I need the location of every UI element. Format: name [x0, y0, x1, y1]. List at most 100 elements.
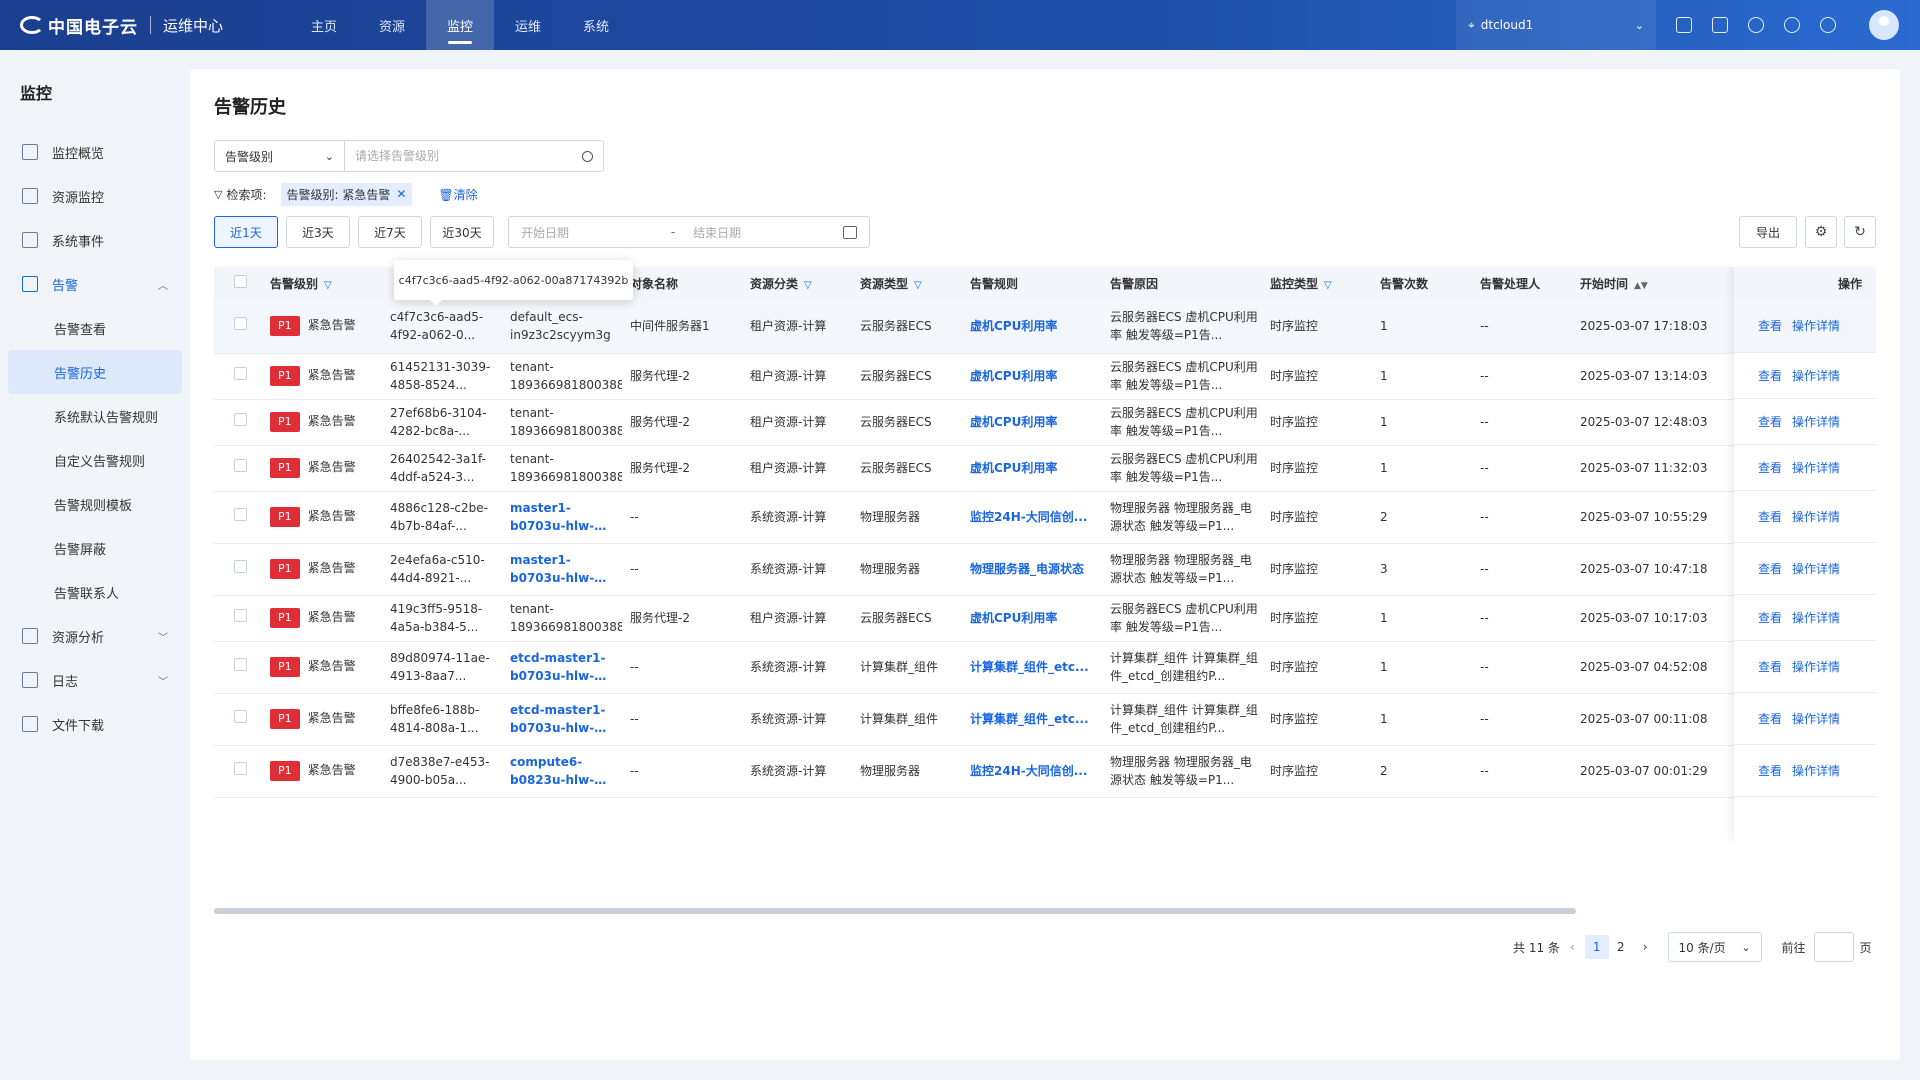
object-id[interactable]: master1-b0703u-hlw-dtcloud1	[510, 551, 622, 587]
row-checkbox[interactable]	[234, 609, 247, 622]
alarm-rule-link[interactable]: 虚机CPU利用率	[970, 369, 1057, 383]
alarm-rule-link[interactable]: 虚机CPU利用率	[970, 415, 1057, 429]
filter-icon[interactable]: ▽	[804, 280, 812, 291]
operation-detail-button[interactable]: 操作详情	[1792, 609, 1840, 626]
row-checkbox[interactable]	[234, 560, 247, 573]
sidebar-sub-custom-rules[interactable]: 自定义告警规则	[0, 438, 190, 482]
row-checkbox[interactable]	[234, 459, 247, 472]
nav-monitor[interactable]: 监控	[426, 0, 494, 50]
operation-detail-button[interactable]: 操作详情	[1792, 459, 1840, 476]
alarm-id[interactable]: 61452131-3039-4858-8524...	[390, 358, 502, 394]
row-checkbox[interactable]	[234, 762, 247, 775]
table-row[interactable]: P1 紧急告警 bffe8fe6-188b-4814-808a-1... etcd-m…	[214, 693, 1876, 746]
sidebar-sub-alarm-history[interactable]: 告警历史	[8, 350, 182, 394]
operation-detail-button[interactable]: 操作详情	[1792, 762, 1840, 779]
range-7d-button[interactable]: 近7天	[358, 216, 422, 248]
range-1d-button[interactable]: 近1天	[214, 216, 278, 248]
sidebar-sub-alarm-view[interactable]: 告警查看	[0, 306, 190, 350]
sidebar-sub-alarm-contacts[interactable]: 告警联系人	[0, 570, 190, 614]
nav-ops[interactable]: 运维	[494, 0, 562, 50]
alarm-id[interactable]: bffe8fe6-188b-4814-808a-1...	[390, 701, 502, 737]
alarm-rule-link[interactable]: 计算集群_组件_etc...	[970, 712, 1089, 726]
table-row[interactable]: P1 紧急告警 4886c128-c2be-4b7b-84af-... master1…	[214, 491, 1876, 544]
sidebar-item-downloads[interactable]: 文件下载	[0, 702, 190, 746]
view-button[interactable]: 查看	[1758, 560, 1782, 577]
operation-detail-button[interactable]: 操作详情	[1792, 658, 1840, 675]
filter-field-select[interactable]: 告警级别 ⌄	[215, 141, 345, 171]
alarm-id[interactable]: 419c3ff5-9518-4a5a-b384-5...	[390, 600, 502, 636]
jump-input[interactable]	[1813, 932, 1854, 962]
sidebar-sub-rule-templates[interactable]: 告警规则模板	[0, 482, 190, 526]
horizontal-scrollbar[interactable]	[214, 908, 1576, 914]
table-row[interactable]: P1 紧急告警 27ef68b6-3104-4282-bc8a-... tenant-…	[214, 399, 1876, 446]
view-button[interactable]: 查看	[1758, 658, 1782, 675]
row-checkbox[interactable]	[234, 710, 247, 723]
sidebar-item-overview[interactable]: 监控概览	[0, 130, 190, 174]
calendar-icon[interactable]	[843, 225, 857, 239]
sidebar-item-resource-analysis[interactable]: 资源分析 ﹀	[0, 614, 190, 658]
nav-system[interactable]: 系统	[562, 0, 630, 50]
sidebar-item-logs[interactable]: 日志 ﹀	[0, 658, 190, 702]
alarm-id[interactable]: 26402542-3a1f-4ddf-a524-3...	[390, 450, 502, 486]
next-page-icon[interactable]: ›	[1643, 940, 1648, 954]
view-button[interactable]: 查看	[1758, 762, 1782, 779]
alarm-id[interactable]: 89d80974-11ae-4913-8aa7...	[390, 649, 502, 685]
help-icon[interactable]	[1784, 17, 1800, 33]
operation-detail-button[interactable]: 操作详情	[1792, 710, 1840, 727]
end-date[interactable]: 结束日期	[693, 224, 741, 241]
screen-icon[interactable]	[1676, 17, 1692, 33]
select-all-checkbox[interactable]	[234, 275, 247, 288]
close-icon[interactable]: ✕	[396, 187, 406, 201]
table-row[interactable]: P1 紧急告警 89d80974-11ae-4913-8aa7... etcd-mas…	[214, 641, 1876, 694]
alarm-id[interactable]: 4886c128-c2be-4b7b-84af-...	[390, 499, 502, 535]
table-row[interactable]: P1 紧急告警 61452131-3039-4858-8524... tenant-1…	[214, 353, 1876, 400]
sidebar-sub-alarm-mask[interactable]: 告警屏蔽	[0, 526, 190, 570]
prev-page-icon[interactable]: ‹	[1570, 940, 1575, 954]
filter-icon[interactable]: ▽	[1324, 280, 1332, 291]
search-icon[interactable]	[571, 141, 603, 171]
page-2[interactable]: 2	[1609, 935, 1633, 959]
export-button[interactable]: 导出	[1739, 216, 1797, 248]
table-row[interactable]: P1 紧急告警 d7e838e7-e453-4900-b05a... compute6…	[214, 745, 1876, 798]
alarm-id[interactable]: 27ef68b6-3104-4282-bc8a-...	[390, 404, 502, 440]
sidebar-item-alarm[interactable]: 告警 ︿	[0, 262, 190, 306]
alarm-id[interactable]: 2e4efa6a-c510-44d4-8921-...	[390, 551, 502, 587]
filter-value-input[interactable]	[345, 141, 571, 171]
table-row[interactable]: P1 紧急告警 26402542-3a1f-4ddf-a524-3... tenant…	[214, 445, 1876, 492]
view-button[interactable]: 查看	[1758, 508, 1782, 525]
page-1[interactable]: 1	[1584, 935, 1609, 959]
alarm-id[interactable]: d7e838e7-e453-4900-b05a...	[390, 753, 502, 789]
object-id[interactable]: etcd-master1-b0703u-hlw-dtcl...	[510, 649, 622, 685]
alarm-rule-link[interactable]: 虚机CPU利用率	[970, 319, 1057, 333]
alarm-rule-link[interactable]: 物理服务器_电源状态	[970, 562, 1084, 576]
nav-resources[interactable]: 资源	[358, 0, 426, 50]
bell-icon[interactable]	[1748, 17, 1764, 33]
alarm-rule-link[interactable]: 虚机CPU利用率	[970, 611, 1057, 625]
sidebar-sub-default-rules[interactable]: 系统默认告警规则	[0, 394, 190, 438]
sort-icon[interactable]: ▲▼	[1634, 281, 1648, 291]
operation-detail-button[interactable]: 操作详情	[1792, 508, 1840, 525]
operation-detail-button[interactable]: 操作详情	[1792, 367, 1840, 384]
clear-button[interactable]: 🗑清除	[438, 186, 477, 203]
operation-detail-button[interactable]: 操作详情	[1792, 560, 1840, 577]
row-checkbox[interactable]	[234, 658, 247, 671]
view-button[interactable]: 查看	[1758, 367, 1782, 384]
row-checkbox[interactable]	[234, 367, 247, 380]
object-id[interactable]: etcd-master1-b0703u-hlw-dtcl...	[510, 701, 622, 737]
start-date[interactable]: 开始日期	[521, 224, 569, 241]
row-checkbox[interactable]	[234, 508, 247, 521]
page-size-select[interactable]: 10 条/页 ⌄	[1667, 932, 1762, 962]
alarm-rule-link[interactable]: 虚机CPU利用率	[970, 461, 1057, 475]
view-button[interactable]: 查看	[1758, 459, 1782, 476]
tenant-select[interactable]: ⌖ dtcloud1 ⌄	[1456, 0, 1656, 50]
object-id[interactable]: master1-b0703u-hlw-dtcloud1	[510, 499, 622, 535]
object-id[interactable]: compute6-b0823u-hlw-dtcloud1	[510, 753, 622, 789]
table-row[interactable]: P1 紧急告警 c4f7c3c6-aad5-4f92-a062-0... defaul…	[214, 299, 1876, 354]
view-button[interactable]: 查看	[1758, 710, 1782, 727]
th-start[interactable]: 开始时间 ▲▼	[1572, 267, 1734, 299]
alarm-id[interactable]: c4f7c3c6-aad5-4f92-a062-0...	[390, 308, 502, 344]
document-icon[interactable]	[1712, 17, 1728, 33]
row-checkbox[interactable]	[234, 316, 247, 330]
date-range-picker[interactable]: 开始日期 - 结束日期	[508, 216, 870, 248]
nav-home[interactable]: 主页	[290, 0, 358, 50]
